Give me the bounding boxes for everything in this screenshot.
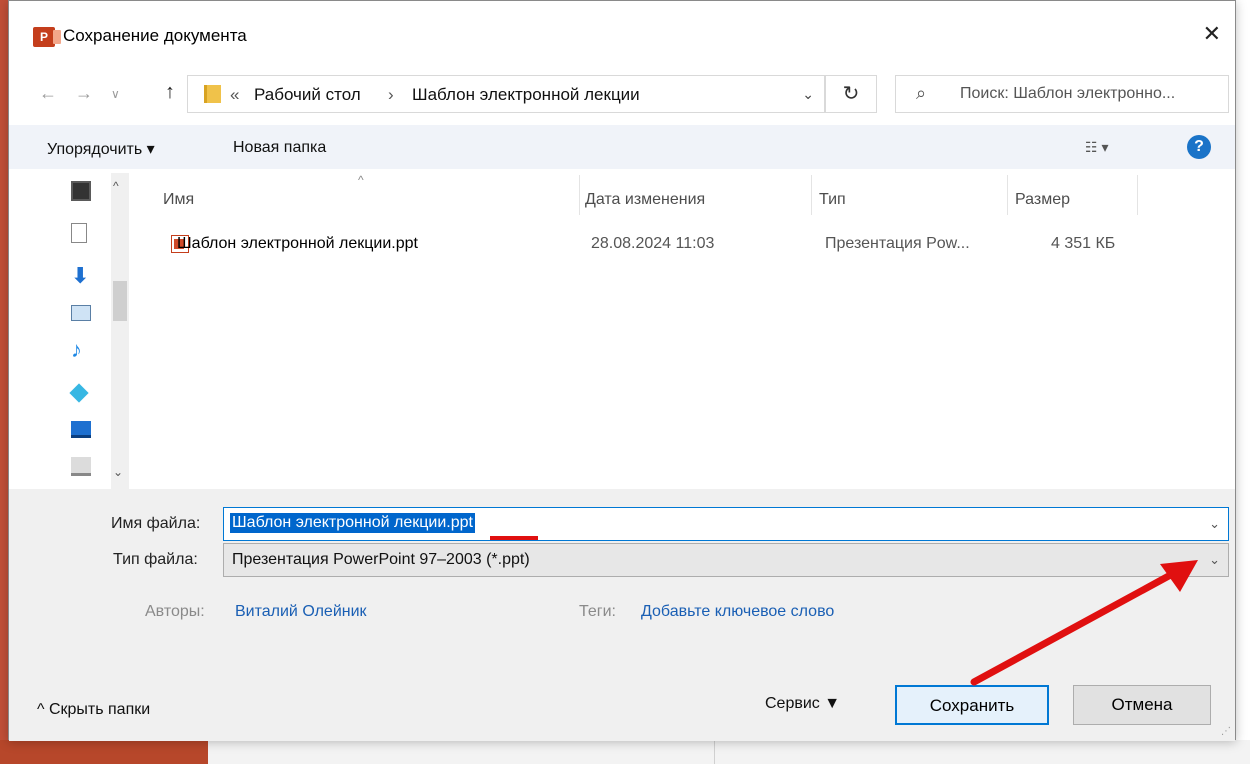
breadcrumb-separator: › xyxy=(388,85,394,104)
filename-label: Имя файла: xyxy=(111,515,201,532)
background-divider xyxy=(714,740,715,764)
new-folder-button[interactable]: Новая папка xyxy=(233,139,326,157)
organize-button[interactable]: Упорядочить ▾ xyxy=(47,139,155,159)
chevron-down-icon[interactable]: ⌄ xyxy=(1209,552,1220,568)
address-bar[interactable]: « Рабочий стол › Шаблон электронной лекц… xyxy=(187,75,825,113)
documents-icon[interactable] xyxy=(71,223,87,243)
tags-label: Теги: xyxy=(579,603,616,620)
column-divider[interactable] xyxy=(1007,175,1008,215)
chevron-down-icon[interactable]: ⌄ xyxy=(1209,516,1220,532)
file-modified: 28.08.2024 11:03 xyxy=(591,235,715,252)
column-divider[interactable] xyxy=(811,175,812,215)
close-button[interactable]: ✕ xyxy=(1203,23,1221,45)
breadcrumb-desktop[interactable]: Рабочий стол xyxy=(254,85,361,105)
desktop-icon[interactable] xyxy=(71,421,91,438)
search-input[interactable]: ⌕ Поиск: Шаблон электронно... xyxy=(895,75,1229,113)
scroll-up-icon[interactable]: ^ xyxy=(113,179,119,193)
background-app-edge-bottom xyxy=(0,740,208,764)
annotation-arrow-icon xyxy=(970,560,1198,686)
navigation-scrollbar[interactable] xyxy=(111,173,129,489)
dialog-title: Сохранение документа xyxy=(63,26,247,45)
folder-icon xyxy=(204,85,221,103)
view-options-icon[interactable]: ☷ ▾ xyxy=(1085,139,1108,156)
powerpoint-icon: P xyxy=(33,27,61,47)
breadcrumb-current-folder[interactable]: Шаблон электронной лекции xyxy=(412,85,640,105)
chevron-down-icon[interactable]: ⌄ xyxy=(802,86,814,103)
navigation-bar: ← → ∨ ↑ « Рабочий стол › Шаблон электрон… xyxy=(9,71,1235,117)
filetype-label: Тип файла: xyxy=(113,551,198,568)
up-arrow-icon[interactable]: ↑ xyxy=(165,81,175,104)
tags-link[interactable]: Добавьте ключевое слово xyxy=(641,603,834,621)
command-bar: Упорядочить ▾ Новая папка ☷ ▾ ? xyxy=(9,125,1235,169)
local-disk-icon[interactable] xyxy=(71,457,91,476)
annotation-underline xyxy=(490,536,538,540)
column-header-modified[interactable]: Дата изменения xyxy=(585,191,705,209)
back-arrow-icon[interactable]: ← xyxy=(39,83,57,104)
sort-ascending-icon: ^ xyxy=(358,173,364,187)
column-header-name[interactable]: Имя xyxy=(163,191,194,209)
pictures-icon[interactable] xyxy=(71,305,91,321)
authors-link[interactable]: Виталий Олейник xyxy=(235,603,367,621)
column-header-type[interactable]: Тип xyxy=(819,191,846,209)
refresh-button[interactable]: ↻ xyxy=(825,75,877,113)
background-app-right xyxy=(1236,0,1250,740)
help-icon[interactable]: ? xyxy=(1187,135,1211,159)
table-row[interactable]: Шаблон электронной лекции.ppt 28.08.2024… xyxy=(161,229,1161,259)
authors-label: Авторы: xyxy=(145,603,205,620)
downloads-icon[interactable]: ⬇ xyxy=(71,263,91,288)
search-icon: ⌕ xyxy=(916,83,927,103)
resize-grip-icon[interactable]: ⋰ xyxy=(1221,726,1231,737)
scrollbar-thumb[interactable] xyxy=(113,281,127,321)
background-app-bottom xyxy=(208,740,1250,764)
breadcrumb-overflow[interactable]: « xyxy=(230,85,239,105)
column-header-size[interactable]: Размер xyxy=(1015,191,1070,209)
column-divider[interactable] xyxy=(1137,175,1138,215)
music-icon[interactable]: ♪ xyxy=(71,337,91,362)
refresh-icon: ↻ xyxy=(842,83,860,105)
file-size: 4 351 КБ xyxy=(1051,235,1116,252)
service-menu-button[interactable]: Сервис ▼ xyxy=(765,695,840,713)
file-list: ^ Имя Дата изменения Тип Размер Шаблон э… xyxy=(133,171,1233,489)
title-bar: P Сохранение документа ✕ xyxy=(9,1,1235,65)
filename-value[interactable]: Шаблон электронной лекции.ppt xyxy=(230,513,475,533)
filetype-value: Презентация PowerPoint 97–2003 (*.ppt) xyxy=(232,551,530,568)
file-name[interactable]: Шаблон электронной лекции.ppt xyxy=(177,235,418,253)
background-app-edge xyxy=(0,0,8,764)
3d-objects-icon[interactable] xyxy=(69,383,89,403)
scroll-down-icon[interactable]: ⌄ xyxy=(113,465,123,479)
recent-locations-icon[interactable]: ∨ xyxy=(111,87,120,101)
file-type: Презентация Pow... xyxy=(825,235,970,252)
filename-input[interactable]: Шаблон электронной лекции.ppt ⌄ xyxy=(223,507,1229,541)
column-divider[interactable] xyxy=(579,175,580,215)
videos-icon[interactable] xyxy=(71,181,91,201)
search-placeholder: Поиск: Шаблон электронно... xyxy=(960,85,1176,102)
forward-arrow-icon[interactable]: → xyxy=(75,83,93,104)
hide-folders-button[interactable]: ^ Скрыть папки xyxy=(37,701,150,719)
